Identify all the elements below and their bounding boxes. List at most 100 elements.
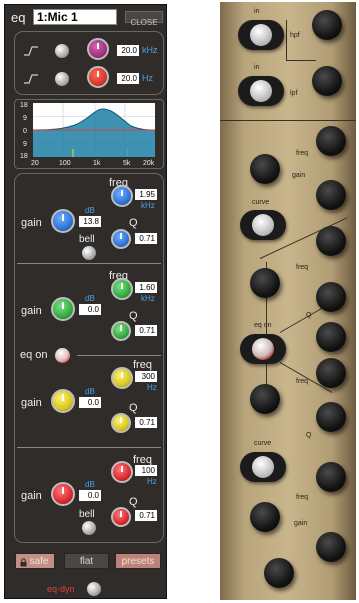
hw-knob[interactable] xyxy=(316,462,346,492)
band-3-gain-unit: dB xyxy=(85,387,95,396)
band-3-q-knob[interactable] xyxy=(111,413,131,433)
band-4-gain-knob[interactable] xyxy=(51,482,75,506)
band-2-frequency-value[interactable]: 1.60 xyxy=(135,282,157,293)
hw-knob[interactable] xyxy=(316,322,346,352)
band-1-q-knob[interactable] xyxy=(111,229,131,249)
hw-knob[interactable] xyxy=(316,126,346,156)
hw-knob[interactable] xyxy=(316,282,346,312)
hardware-console-photo: in hpf in lpf freq gain curve freq Q eq … xyxy=(220,2,356,600)
graph-x-tick: 100 xyxy=(59,160,71,167)
band-4-bell-button[interactable] xyxy=(82,521,96,535)
hw-gain-label: gain xyxy=(294,520,308,527)
band-3-gain-value[interactable]: 0.0 xyxy=(79,397,101,408)
lpf-in-button[interactable] xyxy=(55,72,69,86)
lock-icon xyxy=(20,557,27,567)
band-3-frequency-knob[interactable] xyxy=(111,367,133,389)
hw-eq-on-button[interactable] xyxy=(240,334,286,364)
graph-y-tick: 18 xyxy=(20,102,28,109)
safe-button[interactable]: safe xyxy=(15,553,55,569)
hw-knob[interactable] xyxy=(316,532,346,562)
hw-hpf-in-button[interactable] xyxy=(238,20,284,50)
hw-knob[interactable] xyxy=(316,226,346,256)
hw-lpf-knob[interactable] xyxy=(312,66,342,96)
hw-q-label: Q xyxy=(306,312,312,319)
band-3-gain-knob[interactable] xyxy=(51,389,75,413)
band-2-gain-unit: dB xyxy=(85,294,95,303)
high-pass-filter-icon xyxy=(24,46,38,56)
hw-freq-label: freq xyxy=(296,494,309,501)
band-4-gain-label: gain xyxy=(21,490,42,502)
graph-y-tick: 9 xyxy=(23,141,27,148)
hw-curve-button[interactable] xyxy=(240,452,286,482)
panel-line xyxy=(220,120,356,121)
hw-lpf-in-button[interactable] xyxy=(238,76,284,106)
band-divider xyxy=(17,447,161,448)
hw-curve-button[interactable] xyxy=(240,210,286,240)
channel-name-field[interactable]: 1:Mic 1 xyxy=(33,9,117,25)
low-pass-filter-icon xyxy=(24,74,38,84)
hw-in-label: in xyxy=(254,8,260,15)
band-4-q-label: Q xyxy=(129,496,138,508)
band-3-q-value[interactable]: 0.71 xyxy=(135,417,157,428)
band-2-gain-value[interactable]: 0.0 xyxy=(79,304,101,315)
hw-knob[interactable] xyxy=(316,402,346,432)
band-2-gain-label: gain xyxy=(21,305,42,317)
hw-q-label: Q xyxy=(306,432,312,439)
hw-in-label: in xyxy=(254,64,260,71)
hw-knob[interactable] xyxy=(316,358,346,388)
eq-on-label: eq on xyxy=(20,349,48,361)
hpf-frequency-value[interactable]: 20.0 xyxy=(117,45,139,56)
close-button[interactable]: CLOSE xyxy=(125,11,163,27)
band-1-gain-knob[interactable] xyxy=(51,209,75,233)
band-1-frequency-knob[interactable] xyxy=(111,185,133,207)
band-3-freq-label: freq xyxy=(133,359,152,371)
hw-knob[interactable] xyxy=(250,502,280,532)
graph-x-tick: 20 xyxy=(31,160,39,167)
band-4-q-knob[interactable] xyxy=(111,507,131,527)
graph-x-tick: 20k xyxy=(143,160,155,167)
band-1-gain-label: gain xyxy=(21,217,42,229)
band-1-gain-unit: dB xyxy=(85,206,95,215)
band-4-frequency-unit: Hz xyxy=(147,477,157,486)
graph-x-tick: 1k xyxy=(93,160,101,167)
band-1-frequency-unit: kHz xyxy=(141,201,155,210)
band-1-bell-button[interactable] xyxy=(82,246,96,260)
lpf-frequency-value[interactable]: 20.0 xyxy=(117,73,139,84)
hw-knob[interactable] xyxy=(250,154,280,184)
band-1-gain-value[interactable]: 13.8 xyxy=(79,216,101,227)
band-4-gain-value[interactable]: 0.0 xyxy=(79,490,101,501)
eq-on-button[interactable] xyxy=(55,348,70,363)
hpf-frequency-knob[interactable] xyxy=(87,38,109,60)
hw-knob[interactable] xyxy=(264,558,294,588)
band-4-gain-unit: dB xyxy=(85,480,95,489)
hw-knob[interactable] xyxy=(316,180,346,210)
presets-button[interactable]: presets xyxy=(115,553,161,569)
eq-dyn-button[interactable] xyxy=(87,582,101,596)
band-1-q-value[interactable]: 0.71 xyxy=(135,233,157,244)
flat-button[interactable]: flat xyxy=(64,553,109,569)
hw-eq-on-label: eq on xyxy=(254,322,272,329)
band-2-frequency-knob[interactable] xyxy=(111,278,133,300)
presets-button-label: presets xyxy=(121,556,155,567)
band-divider xyxy=(17,263,161,264)
hw-knob[interactable] xyxy=(250,268,280,298)
panel-line xyxy=(286,60,316,61)
band-1-curve-label: bell xyxy=(79,234,95,245)
eq-response-curve xyxy=(33,103,155,157)
band-4-q-value[interactable]: 0.71 xyxy=(135,510,157,521)
band-4-frequency-value[interactable]: 100 xyxy=(135,465,157,476)
hw-hpf-label: hpf xyxy=(290,32,300,39)
band-2-gain-knob[interactable] xyxy=(51,297,75,321)
hpf-in-button[interactable] xyxy=(55,44,69,58)
band-1-frequency-value[interactable]: 1.95 xyxy=(135,189,157,200)
band-3-frequency-value[interactable]: 300 xyxy=(135,371,157,382)
hw-freq-label: freq xyxy=(296,150,309,157)
lpf-frequency-knob[interactable] xyxy=(87,66,109,88)
band-3-gain-label: gain xyxy=(21,397,42,409)
hw-knob[interactable] xyxy=(250,384,280,414)
band-2-q-knob[interactable] xyxy=(111,321,131,341)
hw-hpf-knob[interactable] xyxy=(312,10,342,40)
band-4-frequency-knob[interactable] xyxy=(111,461,133,483)
band-2-q-value[interactable]: 0.71 xyxy=(135,325,157,336)
eq-panel: eq 1:Mic 1 CLOSE 20.0 kHz 20.0 Hz 18 9 0… xyxy=(4,4,167,599)
